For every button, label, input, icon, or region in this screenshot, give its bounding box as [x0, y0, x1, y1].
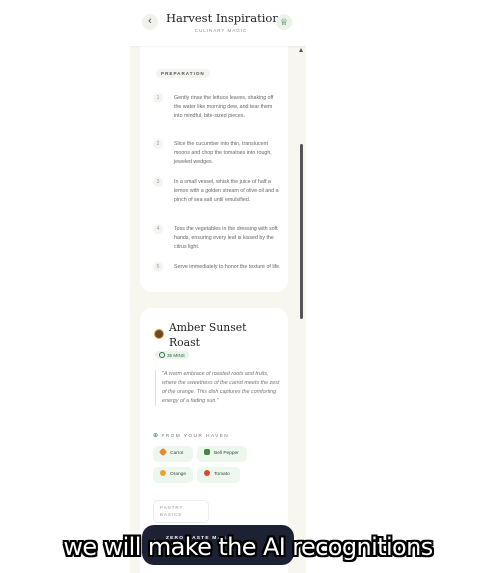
ingredient-chip-tomato[interactable]: Tomato	[197, 467, 240, 483]
bell-pepper-icon	[204, 449, 210, 455]
haven-section-label: ⊕ FROM YOUR HAVEN	[153, 432, 229, 439]
step-number: 3	[153, 177, 163, 187]
preparation-card: PREPARATION 1 Gently rinse the lettuce l…	[140, 40, 288, 292]
step-text: Toss the vegetables in the dressing with…	[174, 226, 278, 251]
ingredient-chip-bell-pepper[interactable]: Bell Pepper	[197, 446, 247, 462]
ingredient-chip-carrot[interactable]: Carrot	[153, 446, 193, 462]
haven-label-text: FROM YOUR HAVEN	[161, 434, 230, 439]
ingredient-label: Orange	[170, 472, 186, 477]
chevron-left-icon: ‹	[148, 15, 152, 27]
ingredient-label: Bell Pepper	[214, 451, 239, 456]
leaf-icon: ⊕	[153, 433, 160, 439]
step-text: In a small vessel, whisk the juice of ha…	[174, 179, 279, 204]
step-text: Gently rinse the lettuce leaves, shaking…	[174, 95, 274, 120]
carrot-icon	[158, 447, 168, 457]
ingredient-label: Carrot	[170, 451, 184, 456]
tomato-icon	[204, 470, 210, 476]
pantry-basics-label: PANTRY BASICS	[153, 500, 209, 523]
orange-icon	[160, 470, 166, 476]
preparation-label: PREPARATION	[156, 69, 210, 78]
back-button[interactable]: ‹	[142, 14, 158, 30]
chef-hat-icon: ♕	[279, 17, 289, 27]
phone-screen: ‹ Harvest Inspirations CULINARY MAGIC ♕ …	[130, 0, 306, 573]
recipe-title: Amber Sunset Roast	[169, 321, 247, 349]
scrollbar[interactable]	[299, 46, 304, 573]
recipe-description: "A warm embrace of roasted roots and fru…	[155, 370, 280, 406]
chef-profile-button[interactable]: ♕	[276, 14, 292, 30]
step-number: 5	[153, 262, 163, 272]
step-number: 1	[153, 93, 163, 103]
roast-dish-icon	[154, 329, 164, 339]
scroll-thumb[interactable]	[300, 144, 303, 319]
app-subtitle: CULINARY MAGIC	[194, 28, 248, 33]
video-caption: we will make the AI recognitions	[63, 533, 433, 561]
scroll-up-arrow-icon[interactable]	[299, 48, 303, 52]
ingredient-chip-orange[interactable]: Orange	[153, 467, 193, 483]
app-header: ‹ Harvest Inspirations CULINARY MAGIC ♕	[130, 0, 306, 46]
step-text: Slice the cucumber into thin, translucen…	[174, 141, 272, 166]
step-text: Serve immediately to honor the texture o…	[174, 264, 281, 270]
ingredient-label: Tomato	[214, 472, 230, 477]
time-value: 35 MINS	[167, 353, 185, 358]
app-title: Harvest Inspirations	[166, 11, 286, 25]
time-badge: 35 MINS	[155, 351, 189, 359]
step-number: 2	[153, 139, 163, 149]
step-number: 4	[153, 224, 163, 234]
clock-icon	[159, 352, 165, 358]
